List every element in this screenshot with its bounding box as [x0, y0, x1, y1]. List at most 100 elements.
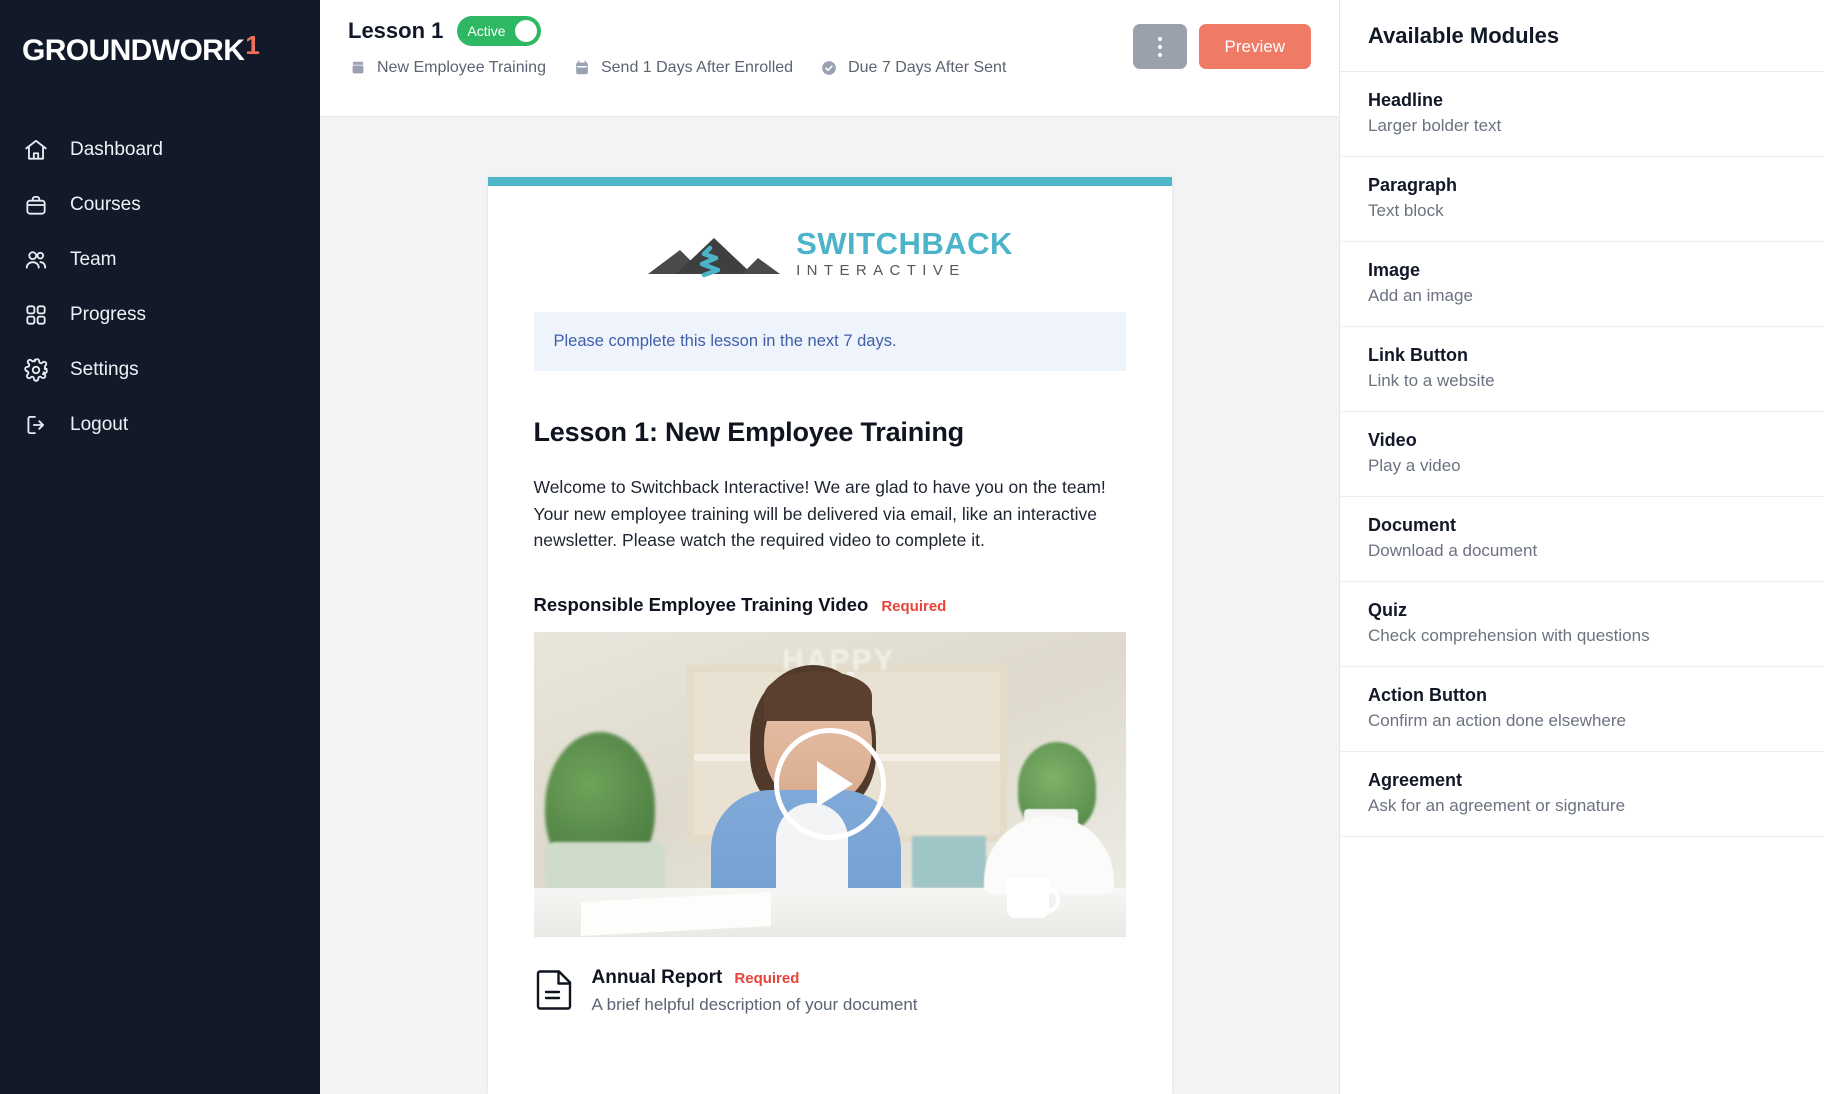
module-name: Document — [1368, 515, 1457, 535]
email-body: SWITCHBACK INTERACTIVE Please complete t… — [488, 186, 1172, 1049]
check-circle-icon — [819, 58, 839, 78]
app-root: GROUNDWORK 1 Dashboard Courses Team Prog… — [0, 0, 1824, 1094]
sidebar-item-progress[interactable]: Progress — [0, 287, 320, 342]
active-toggle-label: Active — [467, 23, 506, 39]
email-paragraph: Welcome to Switchback Interactive! We ar… — [533, 477, 1106, 551]
logout-icon — [22, 411, 50, 439]
video-module-title: Responsible Employee Training Video — [533, 593, 869, 615]
module-description: Download a document — [1368, 541, 1538, 560]
module-description: Ask for an agreement or signature — [1368, 796, 1626, 815]
module-name: Action Button — [1368, 685, 1487, 705]
briefcase-icon — [22, 191, 50, 219]
sidebar-item-label: Settings — [70, 358, 139, 380]
module-name: Link Button — [1368, 345, 1468, 365]
module-name: Paragraph — [1368, 175, 1458, 195]
main-area: Lesson 1 Active New Employee Training Se… — [320, 0, 1339, 1094]
modules-list: Headline Larger bolder text Paragraph Te… — [1340, 72, 1824, 837]
sidebar-item-label: Progress — [70, 303, 147, 325]
video-required-badge: Required — [881, 597, 947, 615]
toolbar-right: Preview — [1132, 16, 1311, 69]
meta-due-label: Due 7 Days After Sent — [848, 59, 1007, 76]
document-required-badge: Required — [734, 969, 800, 987]
meta-course[interactable]: New Employee Training — [348, 58, 546, 78]
sidebar-item-label: Courses — [70, 193, 141, 215]
preview-button[interactable]: Preview — [1198, 24, 1311, 69]
meta-send-schedule[interactable]: Send 1 Days After Enrolled — [572, 58, 793, 78]
module-item-document[interactable]: Document Download a document — [1340, 497, 1824, 582]
sidebar-nav: Dashboard Courses Team Progress Settings… — [0, 122, 320, 452]
toggle-knob — [515, 20, 538, 42]
more-options-button[interactable] — [1132, 24, 1187, 69]
module-name: Video — [1368, 430, 1417, 450]
document-title: Annual Report — [591, 966, 723, 988]
sidebar-item-settings[interactable]: Settings — [0, 342, 320, 397]
module-description: Text block — [1368, 201, 1444, 220]
document-description: A brief helpful description of your docu… — [591, 994, 918, 1014]
active-toggle[interactable]: Active — [457, 16, 542, 46]
logo-secondary-text: INTERACTIVE — [796, 262, 966, 279]
email-accent-bar — [487, 177, 1172, 186]
meta-due-date[interactable]: Due 7 Days After Sent — [819, 58, 1006, 78]
kebab-dot-icon — [1157, 52, 1162, 57]
grid-icon — [22, 301, 50, 329]
module-description: Confirm an action done elsewhere — [1368, 711, 1626, 730]
sidebar-item-label: Dashboard — [70, 138, 163, 160]
logo-primary-text: SWITCHBACK — [796, 226, 1013, 261]
mug-decoration — [1006, 878, 1060, 919]
email-heading: Lesson 1: New Employee Training — [533, 417, 965, 447]
module-name: Image — [1368, 260, 1421, 280]
switchback-logo: SWITCHBACK INTERACTIVE — [488, 186, 1172, 312]
meta-course-label: New Employee Training — [377, 59, 546, 76]
email-preview-card: SWITCHBACK INTERACTIVE Please complete t… — [487, 177, 1172, 1094]
email-content: Lesson 1: New Employee Training Welcome … — [488, 417, 1172, 1049]
module-description: Check comprehension with questions — [1368, 626, 1650, 645]
course-icon — [348, 58, 368, 78]
module-item-link-button[interactable]: Link Button Link to a website — [1340, 327, 1824, 412]
document-module[interactable]: Annual Report Required A brief helpful d… — [534, 937, 1126, 1049]
sidebar-item-team[interactable]: Team — [0, 232, 320, 287]
module-description: Larger bolder text — [1368, 116, 1502, 135]
person-hair-front — [764, 671, 873, 722]
logo-wordmark: SWITCHBACK INTERACTIVE — [796, 228, 1013, 278]
video-thumbnail[interactable]: HAPPY — [533, 631, 1126, 937]
page-title: Lesson 1 — [348, 18, 444, 43]
kebab-dot-icon — [1157, 44, 1162, 49]
sidebar-item-dashboard[interactable]: Dashboard — [0, 122, 320, 177]
sidebar-item-logout[interactable]: Logout — [0, 397, 320, 452]
sidebar: GROUNDWORK 1 Dashboard Courses Team Prog… — [0, 0, 320, 1094]
title-row: Lesson 1 Active — [348, 16, 1006, 46]
brand-mark-icon: 1 — [245, 30, 260, 60]
gear-icon — [22, 356, 50, 384]
module-description: Link to a website — [1368, 371, 1495, 390]
document-icon — [536, 967, 574, 1011]
module-item-headline[interactable]: Headline Larger bolder text — [1340, 72, 1824, 157]
module-item-paragraph[interactable]: Paragraph Text block — [1340, 157, 1824, 242]
box-decoration — [912, 835, 987, 888]
lesson-toolbar: Lesson 1 Active New Employee Training Se… — [320, 0, 1339, 117]
sidebar-item-label: Logout — [70, 413, 129, 435]
play-triangle-icon — [816, 761, 853, 808]
toolbar-left: Lesson 1 Active New Employee Training Se… — [348, 16, 1006, 78]
module-description: Add an image — [1368, 286, 1473, 305]
module-item-video[interactable]: Video Play a video — [1340, 412, 1824, 497]
email-canvas: SWITCHBACK INTERACTIVE Please complete t… — [320, 117, 1339, 1094]
sidebar-item-courses[interactable]: Courses — [0, 177, 320, 232]
sidebar-item-label: Team — [70, 248, 117, 270]
module-item-agreement[interactable]: Agreement Ask for an agreement or signat… — [1340, 752, 1824, 837]
brand-logo[interactable]: GROUNDWORK 1 — [0, 32, 320, 76]
kebab-dot-icon — [1157, 36, 1162, 41]
module-name: Headline — [1368, 90, 1444, 110]
play-button-icon[interactable] — [773, 728, 886, 841]
module-item-action-button[interactable]: Action Button Confirm an action done els… — [1340, 667, 1824, 752]
module-description: Play a video — [1368, 456, 1461, 475]
lesson-meta: New Employee Training Send 1 Days After … — [348, 58, 1006, 78]
users-icon — [22, 246, 50, 274]
module-item-quiz[interactable]: Quiz Check comprehension with questions — [1340, 582, 1824, 667]
available-modules-panel: Available Modules Headline Larger bolder… — [1339, 0, 1824, 1094]
module-item-image[interactable]: Image Add an image — [1340, 242, 1824, 327]
meta-send-label: Send 1 Days After Enrolled — [600, 59, 794, 76]
module-name: Quiz — [1368, 600, 1407, 620]
document-texts: Annual Report Required A brief helpful d… — [592, 967, 918, 1015]
document-title-row: Annual Report Required — [592, 967, 918, 989]
lesson-notice-banner: Please complete this lesson in the next … — [533, 312, 1126, 371]
